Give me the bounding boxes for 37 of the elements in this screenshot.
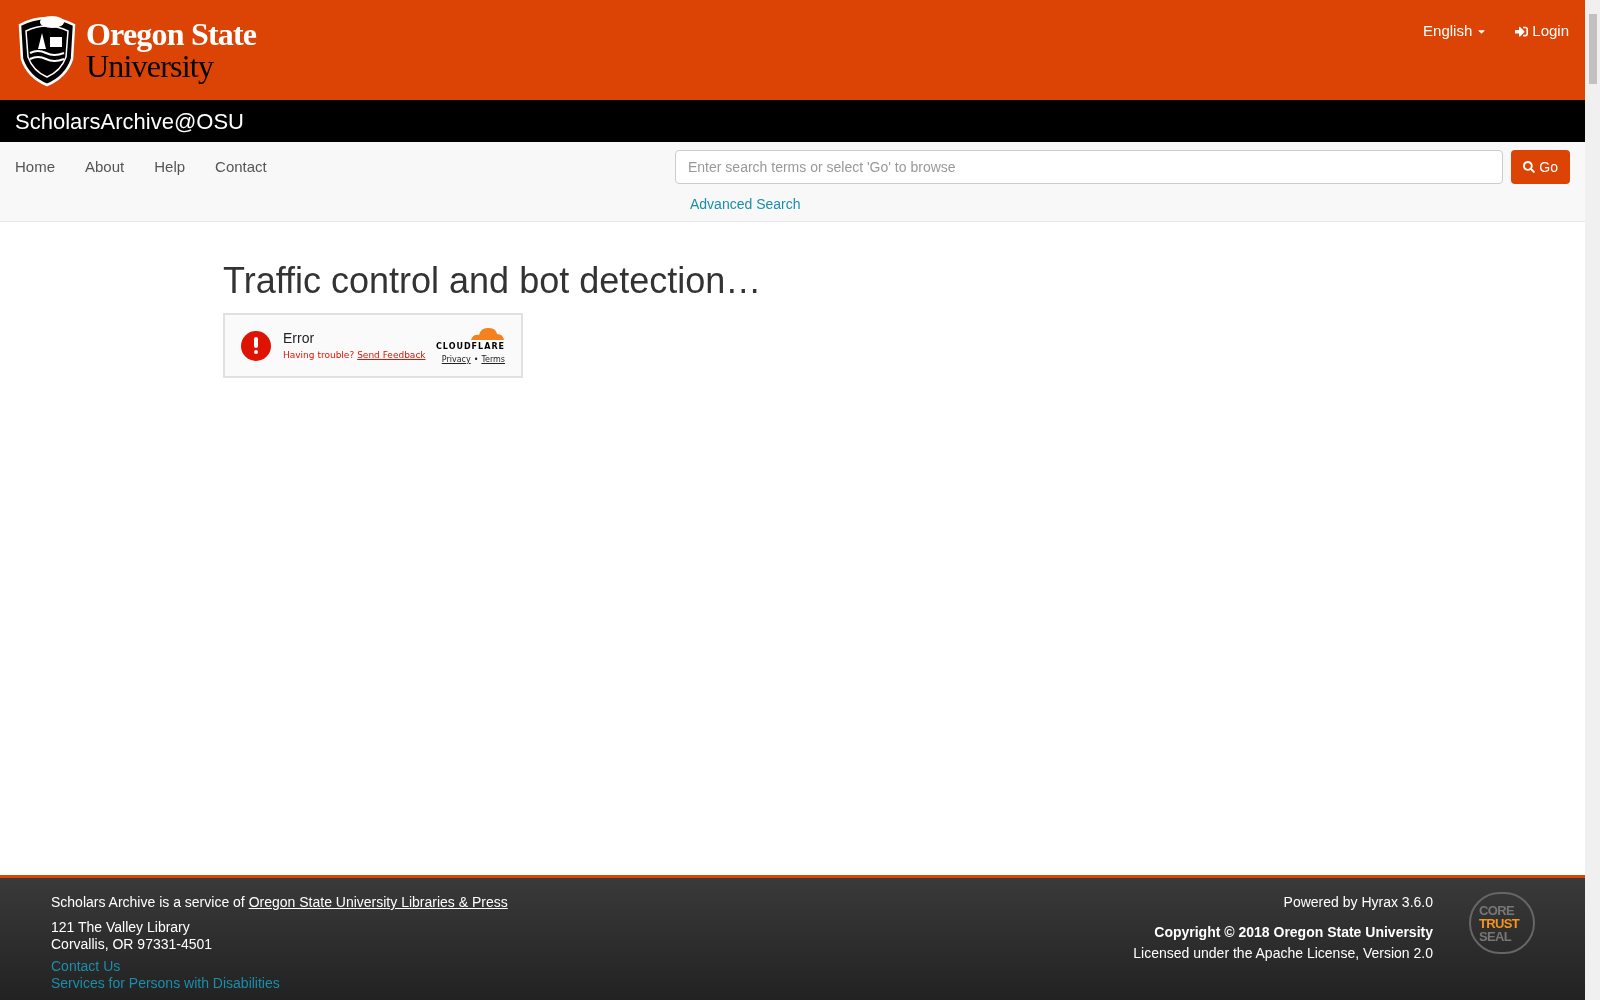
nav-link[interactable]: Home xyxy=(15,155,55,179)
powered-by-text: Powered by Hyrax 3.6.0 xyxy=(1283,893,1433,912)
logo-line: Oregon State xyxy=(86,18,257,50)
address-line: Corvallis, OR 97331-4501 xyxy=(51,936,214,953)
libraries-link[interactable]: Oregon State University Libraries & Press xyxy=(248,894,508,910)
seal-word: SEAL xyxy=(1479,929,1513,943)
site-title[interactable]: ScholarsArchive@OSU xyxy=(15,104,244,138)
terms-link[interactable]: Terms xyxy=(481,354,505,366)
service-text: Scholars Archive is a service of Oregon State University Libraries & Press xyxy=(51,893,508,912)
cloud-icon xyxy=(469,325,505,341)
footer-link[interactable]: Services for Persons with Disabilities xyxy=(51,975,508,992)
separator-dot: • xyxy=(473,354,479,366)
seal-word: TRUST xyxy=(1479,916,1521,930)
nav-link[interactable]: Help xyxy=(154,155,186,179)
cloudflare-logo: CLOUDFLARE xyxy=(436,341,505,353)
nav-link[interactable]: About xyxy=(85,155,125,179)
address-line: 121 The Valley Library xyxy=(51,919,191,936)
login-link[interactable]: Login xyxy=(1515,20,1569,43)
error-icon xyxy=(241,330,271,361)
login-icon xyxy=(1515,24,1529,38)
nav-link[interactable]: Contact xyxy=(215,155,267,179)
search-icon xyxy=(1523,161,1536,173)
seal-word: CORE xyxy=(1479,903,1516,917)
license-text: Licensed under the Apache License, Version 2.0 xyxy=(1133,944,1433,963)
page-heading: Traffic control and bot detection… xyxy=(223,259,763,303)
trouble-text: Having trouble? xyxy=(283,349,355,363)
feedback-link[interactable]: Send Feedback xyxy=(357,349,426,363)
footer-link[interactable]: Contact Us xyxy=(51,958,508,975)
copyright-text: Copyright © 2018 Oregon State University xyxy=(1154,923,1433,942)
crest-icon xyxy=(16,13,78,87)
error-status: Error xyxy=(283,329,316,349)
privacy-link[interactable]: Privacy xyxy=(441,354,471,366)
go-button[interactable]: Go xyxy=(1511,150,1570,184)
language-dropdown[interactable]: English xyxy=(1423,20,1488,43)
advanced-search-link[interactable]: Advanced Search xyxy=(690,194,801,215)
university-logo[interactable]: Oregon State University xyxy=(16,12,257,88)
search-field[interactable]: Enter search terms or select 'Go' to browse xyxy=(675,150,1504,184)
